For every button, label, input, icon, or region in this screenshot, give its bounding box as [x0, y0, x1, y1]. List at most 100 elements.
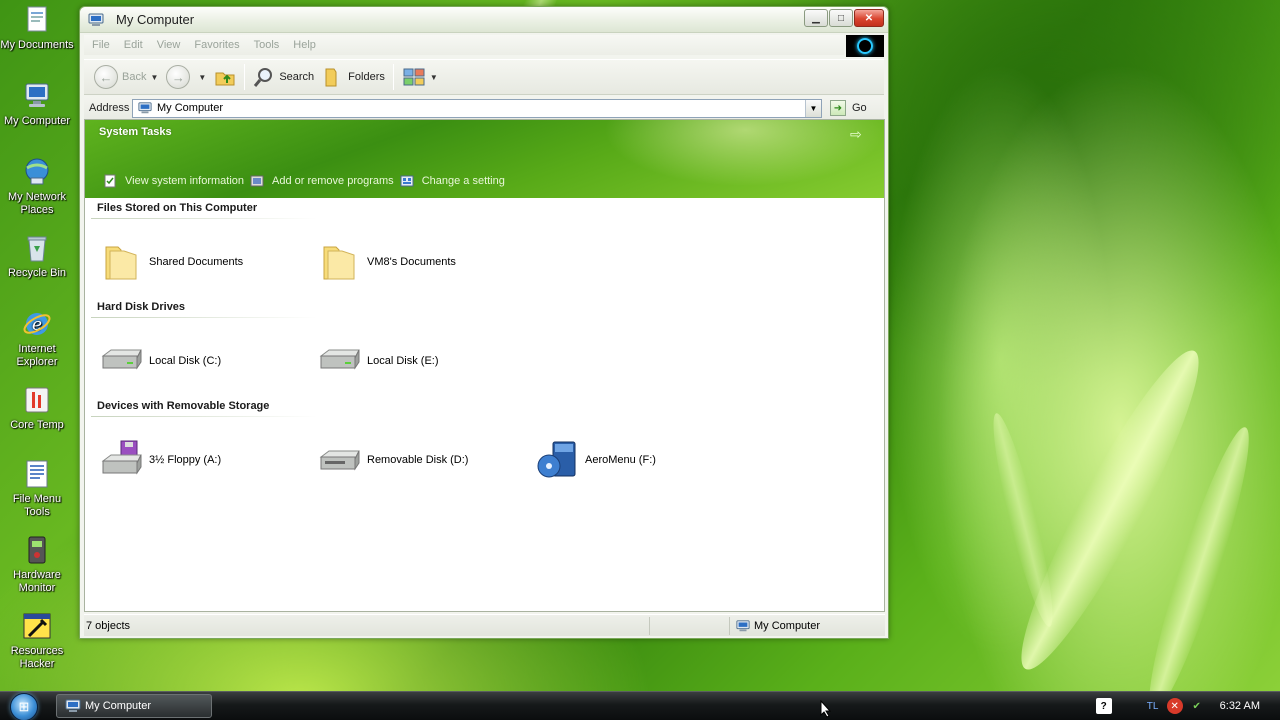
back-label: Back	[122, 71, 147, 83]
menu-file[interactable]: File	[92, 39, 110, 51]
minimize-button[interactable]: ▁	[804, 9, 828, 27]
my-computer-icon	[65, 699, 81, 712]
system-tasks-links: View system information Add or remove pr…	[103, 174, 505, 188]
desktop-icon-my-documents[interactable]: My Documents	[0, 4, 74, 52]
recycle-bin-icon	[27, 236, 47, 262]
item-label: Local Disk (E:)	[367, 355, 439, 367]
item-label: VM8's Documents	[367, 256, 456, 268]
desktop-icon-label: Internet Explorer	[16, 343, 58, 368]
task-link-label: View system information	[125, 175, 245, 187]
help-icon[interactable]: ?	[1095, 698, 1112, 714]
cd-drive-icon	[533, 436, 581, 484]
security-alert-icon[interactable]: ✕	[1166, 698, 1183, 714]
item-vm8s-documents[interactable]: VM8's Documents	[315, 238, 525, 286]
address-input[interactable]: My Computer ▼	[132, 98, 822, 118]
address-dropdown-icon[interactable]: ▼	[805, 99, 821, 117]
desktop-icon-resources-hacker[interactable]: Resources Hacker	[0, 610, 74, 671]
menu-edit[interactable]: Edit	[124, 39, 143, 51]
up-folder-icon	[215, 72, 235, 86]
address-bar: Address My Computer ▼ ➜ Go	[84, 97, 884, 119]
desktop-icon-label: Hardware Monitor	[13, 569, 61, 594]
my-computer-icon	[25, 83, 49, 107]
desktop-icon-my-computer[interactable]: My Computer	[0, 80, 74, 128]
item-label: Local Disk (C:)	[149, 355, 222, 367]
item-label: AeroMenu (F:)	[585, 454, 656, 466]
search-label: Search	[279, 71, 315, 83]
add-remove-programs-icon	[250, 175, 264, 187]
item-shared-documents[interactable]: Shared Documents	[97, 238, 307, 286]
folders-label: Folders	[348, 71, 385, 83]
mouse-pointer-icon	[820, 700, 832, 718]
menu-view[interactable]: View	[157, 39, 181, 51]
minimize-icon: ▁	[812, 12, 820, 24]
item-label: Removable Disk (D:)	[367, 454, 469, 466]
window-title: My Computer	[116, 12, 195, 27]
close-button[interactable]: ✕	[854, 9, 884, 27]
menu-help[interactable]: Help	[293, 39, 316, 51]
item-local-disk-e[interactable]: Local Disk (E:)	[315, 337, 525, 385]
task-link-label: Add or remove programs	[272, 175, 394, 187]
forward-dropdown-icon[interactable]: ▼	[198, 73, 206, 82]
status-spacer	[650, 616, 730, 635]
system-information-icon	[104, 174, 116, 188]
menu-tools[interactable]: Tools	[254, 39, 280, 51]
desktop-icon-recycle-bin[interactable]: Recycle Bin	[0, 232, 74, 280]
back-button[interactable]: ← Back ▼	[90, 63, 162, 91]
group-divider	[91, 416, 317, 417]
item-aeromenu-f[interactable]: AeroMenu (F:)	[533, 436, 743, 484]
desktop-icon-label: My Network Places	[7, 191, 67, 216]
throbber-ring-icon	[857, 38, 873, 54]
desktop-icon-label: Resources Hacker	[10, 645, 64, 670]
views-dropdown-icon: ▼	[429, 72, 438, 82]
go-button[interactable]: ➜ Go	[830, 100, 867, 116]
system-tasks-title: System Tasks	[99, 126, 172, 138]
desktop-icon-label: My Computer	[3, 115, 71, 127]
group-title-files-stored: Files Stored on This Computer	[97, 202, 258, 214]
status-location-label: My Computer	[754, 619, 821, 632]
forward-button[interactable]: → ▼	[162, 63, 210, 91]
desktop-icon-network-places[interactable]: My Network Places	[0, 156, 74, 217]
toolbar-separator	[244, 64, 246, 90]
view-system-information-link[interactable]: View system information	[103, 174, 244, 188]
add-remove-programs-link[interactable]: Add or remove programs	[250, 174, 394, 188]
status-object-count: 7 objects	[84, 616, 650, 635]
views-button[interactable]: ▼	[398, 63, 442, 91]
hard-disk-icon	[315, 337, 363, 385]
my-computer-icon	[88, 13, 104, 26]
desktop-icon-label: Recycle Bin	[7, 267, 67, 279]
language-bar-icon[interactable]: TL	[1145, 698, 1161, 714]
windows-throbber	[846, 35, 884, 57]
taskbar-button-label: My Computer	[85, 700, 152, 712]
floppy-drive-icon	[97, 436, 145, 484]
taskbar-clock[interactable]: 6:32 AM	[1220, 700, 1260, 712]
wallpaper-grass	[983, 410, 1063, 630]
desktop-icon-internet-explorer[interactable]: e Internet Explorer	[0, 308, 74, 369]
windows-logo-icon: ⊞	[18, 699, 30, 714]
status-bar: 7 objects My Computer	[84, 614, 885, 636]
change-a-setting-link[interactable]: Change a setting	[400, 174, 505, 188]
item-removable-disk-d[interactable]: Removable Disk (D:)	[315, 436, 525, 484]
toolbar-separator	[392, 64, 394, 90]
network-icon[interactable]: ✔	[1189, 698, 1205, 714]
desktop-icon-hardware-monitor[interactable]: Hardware Monitor	[0, 534, 74, 595]
back-dropdown-icon[interactable]: ▼	[150, 73, 158, 82]
content-pane: System Tasks ⇨ View system information A…	[84, 119, 885, 612]
window-titlebar[interactable]: My Computer ▁ □ ✕	[80, 7, 888, 33]
collapse-arrow-icon[interactable]: ⇨	[850, 126, 866, 142]
maximize-button[interactable]: □	[829, 9, 853, 27]
taskbar-button-my-computer[interactable]: My Computer	[56, 694, 212, 718]
desktop-icon-core-temp[interactable]: Core Temp	[0, 384, 74, 432]
desktop-icon-file-menu-tools[interactable]: File Menu Tools	[0, 458, 74, 519]
up-folder-button[interactable]	[210, 63, 240, 91]
item-local-disk-c[interactable]: Local Disk (C:)	[97, 337, 307, 385]
item-floppy-a[interactable]: 3½ Floppy (A:)	[97, 436, 307, 484]
folders-button[interactable]: Folders	[318, 63, 389, 91]
folders-icon	[325, 68, 337, 87]
system-tasks-panel: System Tasks ⇨ View system information A…	[85, 120, 884, 198]
network-places-icon	[25, 158, 49, 185]
start-button[interactable]: ⊞	[10, 693, 38, 720]
taskbar: ⊞ My Computer ? TL ✕ ✔ 6:32 AM	[0, 691, 1280, 720]
desktop-icon-label: File Menu Tools	[12, 493, 62, 518]
menu-favorites[interactable]: Favorites	[194, 39, 239, 51]
search-button[interactable]: Search	[249, 63, 318, 91]
